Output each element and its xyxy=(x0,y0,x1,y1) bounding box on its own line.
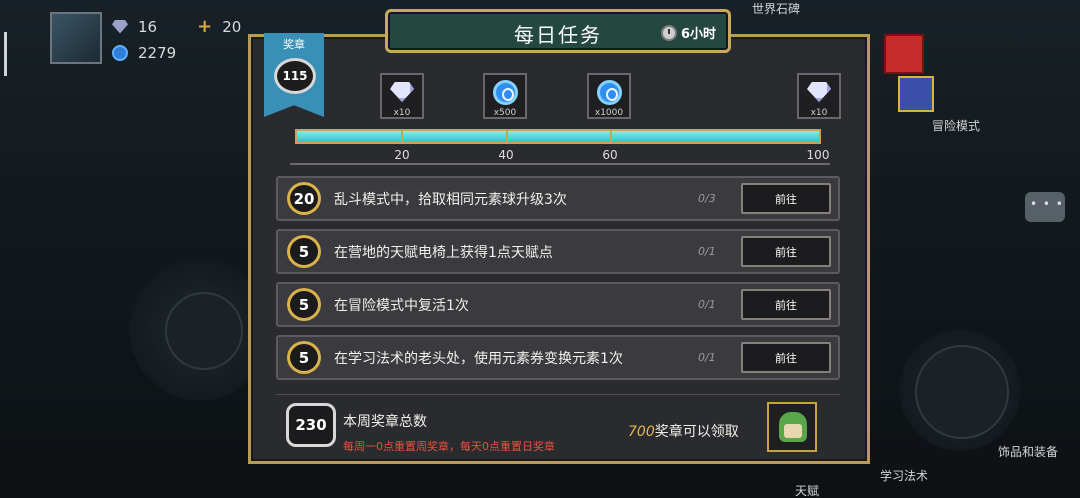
progress-tick xyxy=(610,130,612,142)
player-hud: 16 + 20 2279 xyxy=(50,12,250,72)
coin-icon xyxy=(597,80,622,105)
tick-label: 60 xyxy=(602,148,618,162)
go-button[interactable]: 前往 xyxy=(741,183,831,214)
task-progress: 0/1 xyxy=(698,298,716,311)
clock-icon xyxy=(660,24,677,41)
go-button[interactable]: 前往 xyxy=(741,342,831,373)
claim-threshold: 700 xyxy=(628,424,655,440)
task-description: 乱斗模式中，拾取相同元素球升级3次 xyxy=(334,192,567,208)
learn-magic-label[interactable]: 学习法术 xyxy=(880,467,928,484)
tick-label: 20 xyxy=(394,148,410,162)
accessories-label[interactable]: 饰品和装备 xyxy=(998,443,1058,460)
reward-slot-4[interactable]: x10 xyxy=(797,73,841,119)
task-row: 5 在冒险模式中复活1次 0/1 前往 xyxy=(276,282,840,327)
claim-label: 奖章可以领取 xyxy=(654,424,739,440)
task-row: 20 乱斗模式中，拾取相同元素球升级3次 0/3 前往 xyxy=(276,176,840,221)
progress-tick xyxy=(506,130,508,142)
reward-amount: x1000 xyxy=(594,108,624,118)
close-icon[interactable] xyxy=(884,34,924,74)
progress-ruler xyxy=(290,163,830,165)
task-description: 在营地的天赋电椅上获得1点天赋点 xyxy=(334,245,553,261)
adventure-mode-label[interactable]: 冒险模式 xyxy=(932,117,980,134)
medal-progress-bar xyxy=(295,129,821,144)
task-progress: 0/1 xyxy=(698,245,716,258)
coin-icon xyxy=(493,80,518,105)
reset-note: 每周一0点重置周奖章，每天0点重置日奖章 xyxy=(343,440,555,453)
progress-tick xyxy=(401,130,403,142)
move-joystick[interactable] xyxy=(165,292,243,370)
ribbon-label: 奖章 xyxy=(283,38,305,51)
weekly-medal-badge: 230 xyxy=(286,403,336,447)
task-points-badge: 20 xyxy=(287,182,321,215)
task-progress: 0/3 xyxy=(698,192,716,205)
footer-divider xyxy=(276,394,840,395)
talent-label[interactable]: 天赋 xyxy=(795,482,819,498)
task-description: 在冒险模式中复活1次 xyxy=(334,298,469,314)
coin-icon xyxy=(112,45,128,61)
task-row: 5 在营地的天赋电椅上获得1点天赋点 0/1 前往 xyxy=(276,229,840,274)
weekly-medal-title: 本周奖章总数 xyxy=(343,414,427,430)
reward-amount: x10 xyxy=(810,108,828,118)
hero-portrait-icon xyxy=(779,412,807,442)
gem-icon xyxy=(112,19,128,34)
action-joystick[interactable] xyxy=(915,345,1009,439)
reward-slot-2[interactable]: x500 xyxy=(483,73,527,119)
player-avatar[interactable] xyxy=(50,12,102,64)
tick-label: 40 xyxy=(498,148,514,162)
gem-icon xyxy=(390,82,414,102)
task-row: 5 在学习法术的老头处，使用元素券变换元素1次 0/1 前往 xyxy=(276,335,840,380)
panel-header: 每日任务 6小时 xyxy=(385,9,731,53)
task-points-badge: 5 xyxy=(287,288,321,321)
task-progress: 0/1 xyxy=(698,351,716,364)
hud-coin-count: 2279 xyxy=(138,44,177,62)
go-button[interactable]: 前往 xyxy=(741,289,831,320)
hud-gem-row: 16 + 20 xyxy=(112,16,241,37)
timer-text: 6小时 xyxy=(680,27,716,42)
gift-icon[interactable] xyxy=(898,76,934,112)
reward-slot-3[interactable]: x1000 xyxy=(587,73,631,119)
reward-slot-1[interactable]: x10 xyxy=(380,73,424,119)
medal-total-badge: 115 xyxy=(274,58,316,94)
side-handle[interactable] xyxy=(4,32,7,76)
go-button[interactable]: 前往 xyxy=(741,236,831,267)
hud-energy-count: 20 xyxy=(222,17,242,36)
task-points-badge: 5 xyxy=(287,235,321,268)
right-hud-icons xyxy=(880,30,1070,112)
hud-coin-row: 2279 xyxy=(112,44,176,62)
add-gem-icon[interactable]: + xyxy=(197,16,212,37)
progress-fill xyxy=(297,131,819,142)
chat-icon[interactable] xyxy=(1025,192,1065,222)
task-description: 在学习法术的老头处，使用元素券变换元素1次 xyxy=(334,351,623,367)
reward-amount: x10 xyxy=(393,108,411,118)
reset-timer: 6小时 xyxy=(660,23,716,42)
gem-icon xyxy=(807,82,831,102)
tick-label: 100 xyxy=(806,148,830,162)
reward-amount: x500 xyxy=(493,108,517,118)
task-points-badge: 5 xyxy=(287,341,321,374)
hud-gem-count: 16 xyxy=(138,17,158,36)
weekly-reward-slot[interactable] xyxy=(767,402,817,452)
bg-sign-label: 世界石碑 xyxy=(752,2,801,16)
claim-hint: 700奖章可以领取 xyxy=(628,421,739,441)
